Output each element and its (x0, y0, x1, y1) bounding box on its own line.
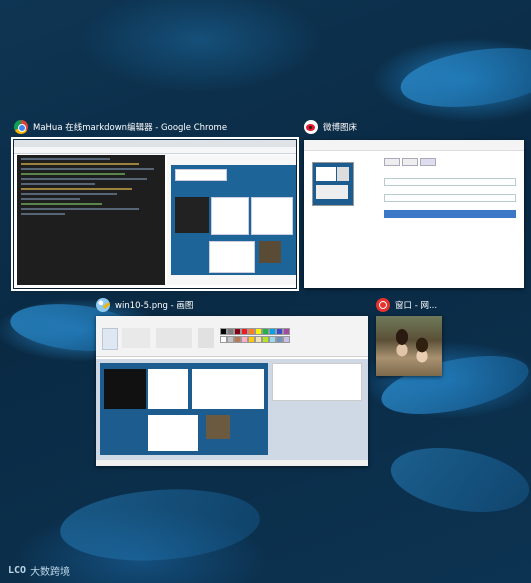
paint-canvas-area (96, 359, 368, 460)
window-thumbnail[interactable] (96, 316, 368, 466)
window-title: MaHua 在线markdown编辑器 - Google Chrome (33, 123, 228, 133)
album-cover-image (376, 316, 442, 376)
chrome-tab-strip (14, 140, 296, 147)
chrome-icon (14, 120, 28, 134)
task-switcher-window-chrome[interactable]: MaHua 在线markdown编辑器 - Google Chrome (11, 118, 300, 294)
option-button[interactable] (402, 158, 418, 166)
url-field[interactable] (384, 178, 516, 186)
markdown-field[interactable] (384, 210, 516, 218)
watermark: LCO 大数跨境 (8, 563, 70, 578)
task-switcher-window-paint[interactable]: win10-5.png - 画图 (94, 296, 374, 470)
markdown-editor-pane (17, 155, 165, 285)
wallpaper-fish (396, 39, 531, 116)
embedded-window (272, 363, 362, 401)
window-thumbnail[interactable] (11, 137, 299, 291)
image-preview (312, 162, 354, 206)
paint-canvas-image (100, 363, 268, 455)
task-switcher-window-weibo-image-host[interactable]: 微博图床 (300, 118, 528, 294)
markdown-preview-pane (167, 155, 296, 285)
window-thumbnail[interactable] (376, 316, 442, 376)
paint-ribbon (96, 316, 368, 357)
watermark-logo: LCO (8, 565, 27, 576)
window-title: 窗口 - 网... (395, 301, 438, 311)
window-title: 微博图床 (323, 123, 358, 133)
watermark-text: 大数跨境 (30, 567, 71, 578)
window-thumbnail[interactable] (304, 140, 524, 288)
window-titlebar (304, 140, 524, 151)
html-field[interactable] (384, 194, 516, 202)
paint-status-bar (96, 460, 368, 466)
weibo-icon (304, 120, 318, 134)
option-button[interactable] (384, 158, 400, 166)
paint-icon (96, 298, 111, 312)
chrome-address-bar (14, 147, 296, 154)
wallpaper-fish (385, 438, 531, 522)
task-switcher-window-netease-music[interactable]: 窗口 - 网... (374, 296, 484, 380)
wallpaper-fish (57, 483, 263, 567)
window-title: win10-5.png - 画图 (115, 301, 194, 311)
option-button[interactable] (420, 158, 436, 166)
netease-music-icon (376, 298, 390, 312)
